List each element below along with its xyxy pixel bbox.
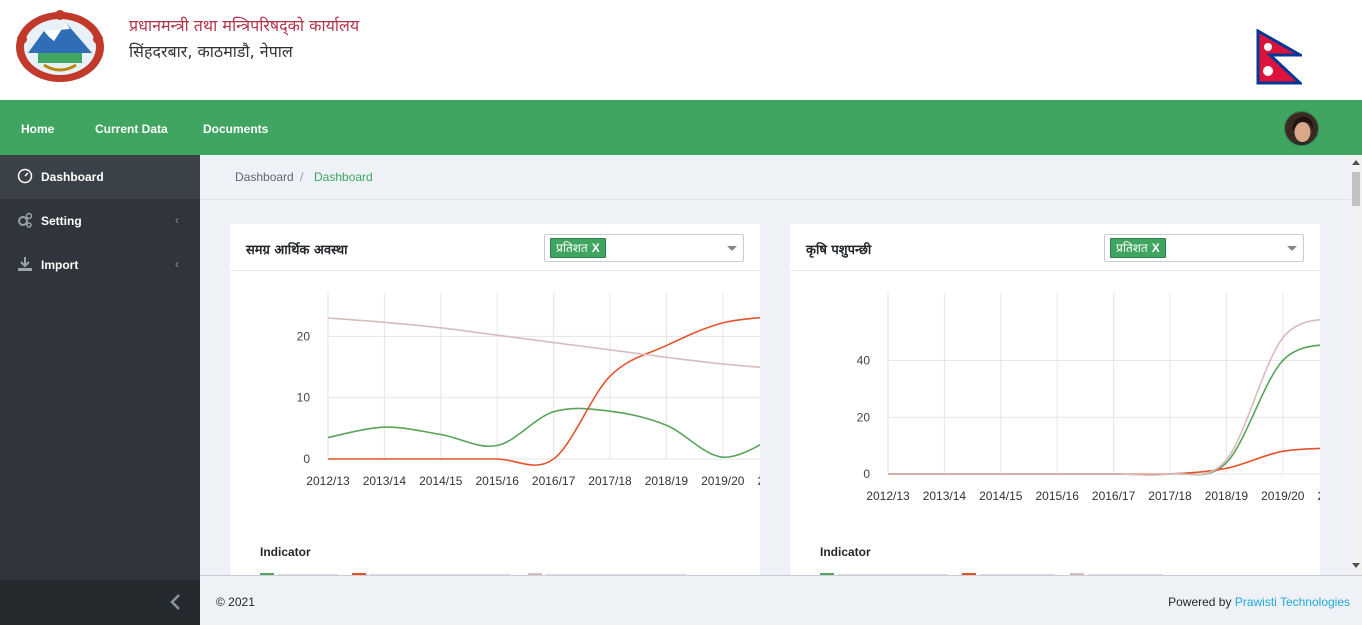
x-tick-label: 2018/19	[1205, 489, 1249, 503]
page-scrollbar[interactable]	[1350, 155, 1362, 575]
tag-remove-button[interactable]: X	[1152, 241, 1160, 255]
top-header: प्रधानमन्त्री तथा मन्त्रिपरिषद्को कार्या…	[0, 0, 1362, 100]
legend-title: Indicator	[820, 545, 871, 559]
x-tick-label: 2018/19	[645, 474, 689, 488]
y-tick-label: 0	[863, 467, 870, 481]
x-tick-label: 2020/21	[1318, 489, 1320, 503]
nav-current-data[interactable]: Current Data	[95, 122, 168, 136]
page-footer: © 2021 Powered by Prawisti Technologies	[200, 575, 1362, 625]
breadcrumb-current: Dashboard	[314, 170, 373, 184]
speedometer-icon	[17, 168, 33, 184]
selected-tag: प्रतिशत X	[1110, 238, 1166, 258]
org-name: प्रधानमन्त्री तथा मन्त्रिपरिषद्को कार्या…	[129, 16, 360, 35]
x-tick-label: 2017/18	[1148, 489, 1192, 503]
series-line	[327, 407, 760, 458]
y-tick-label: 20	[297, 329, 311, 343]
scroll-down-icon[interactable]	[1352, 563, 1360, 568]
nav-documents[interactable]: Documents	[203, 122, 268, 136]
x-tick-label: 2013/14	[363, 474, 407, 488]
x-tick-label: 2012/13	[306, 474, 350, 488]
series-line	[888, 447, 1320, 476]
chevron-left-icon: ‹	[175, 213, 179, 227]
breadcrumb-separator: /	[300, 170, 304, 184]
indicator-unit-select[interactable]: प्रतिशत X	[544, 234, 744, 262]
breadcrumb: Dashboard / Dashboard	[200, 155, 1350, 200]
selected-tag: प्रतिशत X	[550, 238, 606, 258]
sidebar-item-setting[interactable]: Setting ‹	[0, 199, 200, 243]
copyright-text: © 2021	[216, 595, 255, 609]
chart-card-agriculture: कृषि पशुपन्छी प्रतिशत X 0 20 40 2012/13 2013/…	[790, 224, 1320, 580]
line-chart: 0 20 40 2012/13 2013/14 2014/15 2015/16 2016/17…	[857, 293, 1320, 503]
sidebar-item-label: Import	[41, 258, 79, 272]
download-icon	[18, 257, 32, 271]
indicator-unit-select[interactable]: प्रतिशत X	[1104, 234, 1304, 262]
series-line	[328, 316, 760, 466]
y-tick-label: 20	[857, 410, 871, 424]
org-address: सिंहदरबार, काठमाडौ, नेपाल	[129, 42, 293, 61]
nepal-emblem-icon	[16, 10, 104, 82]
sidebar-item-import[interactable]: Import ‹	[0, 243, 200, 287]
powered-prefix: Powered by	[1168, 595, 1232, 609]
x-tick-label: 2014/15	[979, 489, 1023, 503]
nepal-flag-icon	[1256, 29, 1302, 85]
powered-link[interactable]: Prawisti Technologies	[1235, 595, 1350, 609]
x-tick-label: 2013/14	[923, 489, 967, 503]
x-tick-label: 2019/20	[1261, 489, 1305, 503]
x-tick-label: 2012/13	[866, 489, 910, 503]
sidebar-item-label: Dashboard	[41, 170, 104, 184]
y-tick-label: 0	[303, 452, 310, 466]
x-tick-label: 2015/16	[476, 474, 520, 488]
chart-card-economy: समग्र आर्थिक अवस्था प्रतिशत X 0 10 20 2012/1…	[230, 224, 760, 580]
x-tick-label: 2015/16	[1036, 489, 1080, 503]
series-line	[327, 317, 760, 369]
series-line	[888, 318, 1320, 476]
nav-home[interactable]: Home	[21, 122, 54, 136]
card-header: कृषि पशुपन्छी प्रतिशत X	[790, 224, 1320, 271]
series-line	[888, 344, 1320, 476]
sidebar-item-dashboard[interactable]: Dashboard	[0, 155, 200, 199]
scroll-up-icon[interactable]	[1352, 160, 1360, 165]
x-tick-label: 2016/17	[1092, 489, 1136, 503]
legend-title: Indicator	[260, 545, 311, 559]
gears-icon	[18, 212, 33, 228]
x-tick-label: 2017/18	[588, 474, 632, 488]
main-navbar: Home Current Data Documents	[0, 100, 1362, 155]
x-tick-label: 2016/17	[532, 474, 576, 488]
breadcrumb-root[interactable]: Dashboard	[235, 170, 294, 184]
chevron-down-icon[interactable]	[727, 246, 737, 251]
powered-by: Powered by Prawisti Technologies	[1168, 595, 1350, 609]
card-title: कृषि पशुपन्छी	[806, 243, 872, 258]
y-tick-label: 40	[857, 354, 871, 368]
x-tick-label: 2014/15	[419, 474, 463, 488]
card-header: समग्र आर्थिक अवस्था प्रतिशत X	[230, 224, 760, 271]
sidebar-collapse-icon[interactable]	[168, 590, 182, 614]
x-tick-label: 2019/20	[701, 474, 745, 488]
line-chart: 0 10 20 2012/13 2013/14 2014/15 2015/16 2016/17…	[297, 293, 760, 488]
card-title: समग्र आर्थिक अवस्था	[246, 243, 348, 258]
x-tick-label: 2020/21	[758, 474, 760, 488]
scroll-thumb[interactable]	[1352, 172, 1360, 206]
y-tick-label: 10	[297, 391, 311, 405]
chevron-down-icon[interactable]	[1287, 246, 1297, 251]
tag-remove-button[interactable]: X	[592, 241, 600, 255]
sidebar: Dashboard Setting ‹ Import ‹	[0, 155, 200, 625]
user-avatar[interactable]	[1284, 111, 1319, 146]
sidebar-item-label: Setting	[41, 214, 82, 228]
chevron-left-icon: ‹	[175, 257, 179, 271]
